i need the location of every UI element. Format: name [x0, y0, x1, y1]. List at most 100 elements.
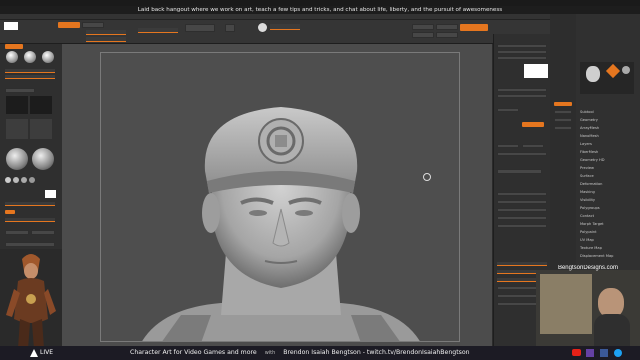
frame-button[interactable]: [412, 32, 434, 38]
alternate-color-slider[interactable]: [5, 218, 55, 222]
draw-size-slider[interactable]: [86, 37, 126, 42]
panel-button[interactable]: [497, 94, 547, 98]
brush-icon[interactable]: [6, 51, 18, 63]
main-color-swatch[interactable]: [45, 190, 56, 198]
active-points-readout: [338, 24, 398, 36]
spix-button[interactable]: [436, 32, 458, 38]
transform-button[interactable]: [225, 24, 235, 32]
menu-item-displacement-map[interactable]: Displacement Map: [580, 254, 613, 258]
stroke-button[interactable]: [436, 24, 458, 30]
panel-button[interactable]: [497, 50, 547, 54]
menu-item-morph-target[interactable]: Morph Target: [580, 222, 604, 226]
wall-background: [540, 274, 592, 334]
panel-button[interactable]: [497, 44, 547, 48]
current-tool-thumbnail[interactable]: [4, 22, 18, 30]
default-button[interactable]: [460, 24, 488, 31]
menu-item-deformation[interactable]: Deformation: [580, 182, 602, 186]
live-label: LIVE: [40, 349, 54, 356]
character-thumbnail: [0, 249, 62, 350]
palette-button[interactable]: [554, 102, 572, 106]
switch-color-button[interactable]: [5, 210, 15, 214]
panel-button[interactable]: [497, 224, 547, 228]
brush-thumbnail-icon[interactable]: [605, 63, 621, 79]
panel-button[interactable]: [497, 144, 519, 148]
dots-stroke-icon[interactable]: [30, 96, 52, 114]
footer-message-right: Brendon Isaiah Bengtson - twitch.tv/Bren…: [283, 349, 470, 356]
twitch-icon[interactable]: [586, 349, 594, 357]
symmetry-icon[interactable]: [258, 23, 267, 32]
stroke-icon[interactable]: [6, 96, 28, 114]
palette-button[interactable]: [554, 126, 572, 130]
facebook-icon[interactable]: [600, 349, 608, 357]
panel-button[interactable]: [497, 108, 519, 112]
alpha-icon[interactable]: [6, 119, 28, 139]
menu-item-uv-map[interactable]: UV Map: [580, 238, 594, 242]
head-thumbnail-icon[interactable]: [586, 66, 600, 82]
panel-button[interactable]: [497, 152, 547, 156]
material-swatch-icon[interactable]: [21, 177, 27, 183]
active-toggle[interactable]: [522, 122, 544, 127]
menu-item-polypaint[interactable]: Polypaint: [580, 230, 597, 234]
menu-item-fibermesh[interactable]: FiberMesh: [580, 150, 598, 154]
mrgb-button[interactable]: [185, 24, 215, 32]
footer-message: Character Art for Video Games and more w…: [130, 346, 470, 360]
panel-button[interactable]: [497, 208, 547, 212]
polyframe-button[interactable]: [5, 242, 55, 247]
menu-item-masking[interactable]: Masking: [580, 190, 595, 194]
texture-off-button[interactable]: [5, 230, 29, 235]
palette-button[interactable]: [554, 118, 572, 122]
material-sphere-icon[interactable]: [32, 148, 54, 170]
subtool-thumbnail[interactable]: [524, 64, 548, 78]
z-intensity-slider[interactable]: [138, 28, 178, 33]
menu-item-surface[interactable]: Surface: [580, 174, 594, 178]
brush-icon[interactable]: [42, 51, 54, 63]
menu-item-visibility[interactable]: Visibility: [580, 198, 595, 202]
watermark: BengtsonDesigns.com: [557, 265, 619, 271]
panel-button[interactable]: [497, 200, 547, 204]
menu-item-nanomesh[interactable]: NanoMesh: [580, 134, 599, 138]
left-tray: [0, 22, 62, 350]
youtube-icon[interactable]: [572, 349, 581, 356]
menu-item-geometry[interactable]: Geometry: [580, 118, 598, 122]
sculpt-viewport[interactable]: [100, 52, 460, 342]
material-sphere-icon[interactable]: [6, 148, 28, 170]
menu-item-polygroups[interactable]: Polygroups: [580, 206, 600, 210]
twitter-icon[interactable]: [614, 349, 622, 357]
brush-icon[interactable]: [24, 51, 36, 63]
menu-item-arraymesh[interactable]: ArrayMesh: [580, 126, 599, 130]
edit-button[interactable]: [58, 22, 80, 28]
rotate-cursor-icon: [423, 173, 431, 181]
material-swatch-icon[interactable]: [5, 177, 11, 183]
menu-item-subtool[interactable]: Subtool: [580, 110, 594, 114]
menu-item-layers[interactable]: Layers: [580, 142, 592, 146]
lazy-mouse-slider[interactable]: [5, 69, 55, 73]
focal-shift-slider[interactable]: [86, 30, 126, 35]
rgb-intensity-slider[interactable]: [270, 24, 300, 30]
panel-button[interactable]: [497, 56, 547, 60]
banner-text: Laid back hangout where we work on art, …: [137, 7, 503, 13]
panel-button[interactable]: [497, 169, 542, 174]
menu-item-contact[interactable]: Contact: [580, 214, 594, 218]
panel-button[interactable]: [497, 88, 547, 92]
brush-label[interactable]: [5, 44, 23, 49]
menu-item-texture-map[interactable]: Texture Map: [580, 246, 602, 250]
panel-button[interactable]: [522, 144, 544, 148]
stroke-label[interactable]: [5, 88, 35, 93]
alpha-icon[interactable]: [30, 119, 52, 139]
stream-footer: LIVE Character Art for Video Games and m…: [0, 346, 640, 360]
menu-item-preview[interactable]: Preview: [580, 166, 594, 170]
sphere-thumbnail-icon[interactable]: [622, 66, 630, 74]
sculpted-head-model: [142, 107, 420, 341]
menu-item-geometry-hd[interactable]: Geometry HD: [580, 158, 605, 162]
draw-button[interactable]: [82, 22, 104, 28]
material-swatch-icon[interactable]: [29, 177, 35, 183]
material-button[interactable]: [31, 230, 55, 235]
palette-button[interactable]: [554, 110, 572, 114]
panel-button[interactable]: [497, 216, 547, 220]
panel-button[interactable]: [497, 192, 547, 196]
lazy-step-slider[interactable]: [5, 75, 55, 79]
streamer-body: [594, 314, 630, 346]
local-transform-button[interactable]: [412, 24, 434, 30]
material-swatch-icon[interactable]: [13, 177, 19, 183]
gradient-slider[interactable]: [5, 202, 55, 206]
